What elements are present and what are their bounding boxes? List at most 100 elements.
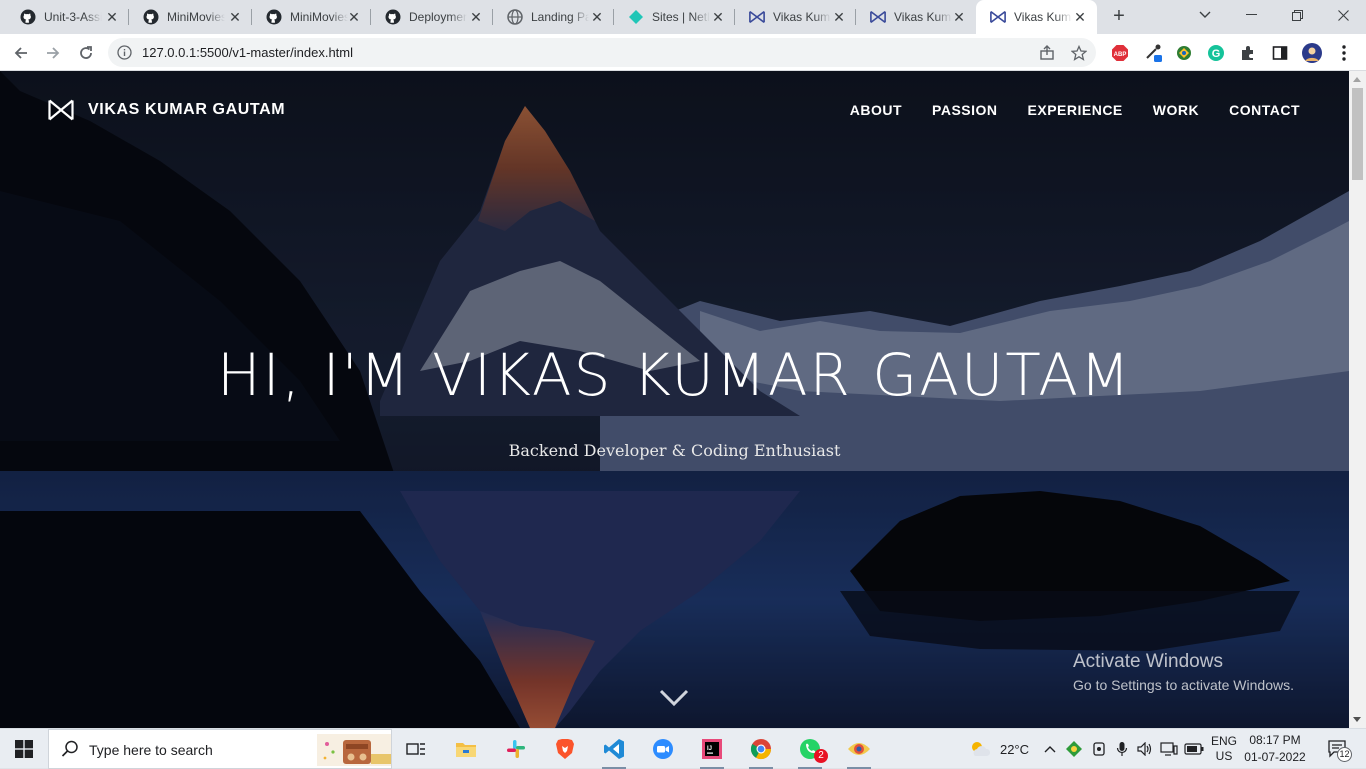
bookmark-star-icon[interactable] (1070, 44, 1088, 62)
file-explorer-icon[interactable] (446, 733, 486, 765)
taskbar-search[interactable]: Type here to search (48, 729, 392, 769)
site-logo-icon (990, 9, 1006, 25)
profile-avatar-icon[interactable] (1302, 43, 1322, 63)
close-icon[interactable]: ✕ (227, 9, 243, 25)
windows-taskbar: Type here to search IJ 2 22°C ENG US 08:… (0, 728, 1366, 769)
whatsapp-icon[interactable]: 2 (790, 733, 830, 769)
start-button[interactable] (0, 729, 48, 769)
site-logo-icon (870, 9, 886, 25)
battery-icon[interactable] (1183, 729, 1205, 769)
nav-work[interactable]: WORK (1153, 102, 1199, 118)
site-logo-icon (48, 99, 74, 121)
watermark-subtitle: Go to Settings to activate Windows. (1073, 677, 1294, 693)
github-icon (385, 9, 401, 25)
intellij-icon[interactable]: IJ (692, 733, 732, 769)
notification-count: 12 (1337, 747, 1352, 762)
network-icon[interactable] (1158, 729, 1180, 769)
clock-date: 01-07-2022 (1244, 750, 1306, 764)
close-icon[interactable]: ✕ (346, 9, 362, 25)
close-window-button[interactable] (1320, 0, 1366, 30)
microphone-icon[interactable] (1111, 729, 1133, 769)
new-tab-button[interactable]: + (1108, 6, 1130, 28)
grammarly-icon[interactable]: G (1206, 43, 1226, 63)
tab-3[interactable]: MiniMovies ✕ (252, 0, 371, 34)
tray-app-icon[interactable] (1063, 729, 1085, 769)
close-icon[interactable]: ✕ (104, 9, 120, 25)
back-button[interactable] (8, 40, 34, 66)
nav-about[interactable]: ABOUT (850, 102, 902, 118)
language-code: ENG (1210, 734, 1237, 748)
minimize-button[interactable] (1228, 0, 1274, 30)
scroll-down-chevron-icon[interactable] (659, 688, 689, 708)
tray-device-icon[interactable] (1088, 729, 1110, 769)
svg-text:ABP: ABP (1114, 52, 1127, 58)
tab-strip: Unit-3-Assignment ✕ MiniMovies ✕ MiniMov… (0, 0, 1366, 34)
close-icon[interactable]: ✕ (1072, 9, 1088, 25)
search-highlight-illustration (317, 734, 391, 766)
site-brand[interactable]: VIKAS KUMAR GAUTAM (48, 99, 285, 121)
tab-title: Vikas Kumar Gautam (894, 10, 952, 24)
weather-partly-cloudy-icon (971, 742, 991, 756)
notification-center[interactable]: 12 (1318, 729, 1358, 769)
weather-temp: 22°C (999, 741, 1030, 757)
tab-7[interactable]: Vikas Kumar Gautam ✕ (735, 0, 856, 34)
close-icon[interactable]: ✕ (951, 9, 967, 25)
nav-experience[interactable]: EXPERIENCE (1028, 102, 1123, 118)
tab-9-active[interactable]: Vikas Kumar Gautam ✕ (976, 0, 1097, 34)
region-code: US (1215, 749, 1233, 763)
eyedropper-icon[interactable] (1144, 43, 1164, 63)
hero-section: VIKAS KUMAR GAUTAM ABOUT PASSION EXPERIE… (0, 71, 1349, 728)
hero-subtitle: Backend Developer & Coding Enthusiast (508, 441, 841, 460)
svg-text:G: G (1212, 48, 1221, 60)
vertical-scrollbar[interactable] (1349, 71, 1366, 728)
brave-icon[interactable] (545, 733, 585, 765)
tab-4[interactable]: Deployments ✕ (371, 0, 493, 34)
search-placeholder[interactable]: Type here to search (89, 742, 213, 758)
share-icon[interactable] (1038, 44, 1056, 62)
input-language[interactable]: ENG US (1207, 729, 1241, 769)
tab-search-icon[interactable] (1182, 0, 1228, 30)
show-hidden-icons-chevron-icon[interactable] (1040, 729, 1060, 769)
windows-logo-icon (15, 740, 33, 758)
tab-title: Sites | Netlify (652, 10, 710, 24)
app-eye-icon[interactable] (839, 733, 879, 769)
clock[interactable]: 08:17 PM 01-07-2022 (1241, 729, 1309, 769)
tab-title: Landing Page (531, 10, 589, 24)
site-info-icon[interactable] (117, 45, 132, 60)
close-icon[interactable]: ✕ (831, 9, 847, 25)
task-view-icon[interactable] (396, 733, 436, 765)
chrome-icon[interactable] (741, 733, 781, 769)
scrollbar-thumb[interactable] (1352, 88, 1363, 180)
tab-2[interactable]: MiniMovies ✕ (129, 0, 252, 34)
tab-1[interactable]: Unit-3-Assignment ✕ (6, 0, 129, 34)
address-bar[interactable]: 127.0.0.1:5500/v1-master/index.html (108, 38, 1096, 67)
scroll-down-arrow-icon[interactable] (1353, 717, 1361, 722)
tab-title: MiniMovies (290, 10, 348, 24)
slack-icon[interactable] (496, 733, 536, 765)
tab-6[interactable]: Sites | Netlify ✕ (614, 0, 735, 34)
url-text[interactable]: 127.0.0.1:5500/v1-master/index.html (142, 45, 353, 60)
tab-title: Vikas Kumar Gautam (773, 10, 831, 24)
kebab-menu-icon[interactable] (1334, 43, 1354, 63)
weather-widget[interactable]: 22°C (964, 729, 1034, 769)
adblock-icon[interactable]: ABP (1110, 43, 1130, 63)
volume-icon[interactable] (1134, 729, 1156, 769)
restore-button[interactable] (1274, 0, 1320, 30)
colorpicker-icon[interactable] (1174, 43, 1194, 63)
reload-button[interactable] (73, 40, 99, 66)
zoom-icon[interactable] (643, 733, 683, 765)
sidepanel-icon[interactable] (1270, 43, 1290, 63)
tab-title: Unit-3-Assignment (44, 10, 102, 24)
nav-passion[interactable]: PASSION (932, 102, 997, 118)
close-icon[interactable]: ✕ (468, 9, 484, 25)
tab-8[interactable]: Vikas Kumar Gautam ✕ (856, 0, 976, 34)
scroll-up-arrow-icon[interactable] (1353, 77, 1361, 82)
puzzle-icon[interactable] (1238, 43, 1258, 63)
close-icon[interactable]: ✕ (710, 9, 726, 25)
forward-button[interactable] (40, 40, 66, 66)
close-icon[interactable]: ✕ (589, 9, 605, 25)
nav-contact[interactable]: CONTACT (1229, 102, 1300, 118)
vscode-icon[interactable] (594, 733, 634, 769)
svg-text:IJ: IJ (707, 746, 712, 752)
tab-5[interactable]: Landing Page ✕ (493, 0, 614, 34)
